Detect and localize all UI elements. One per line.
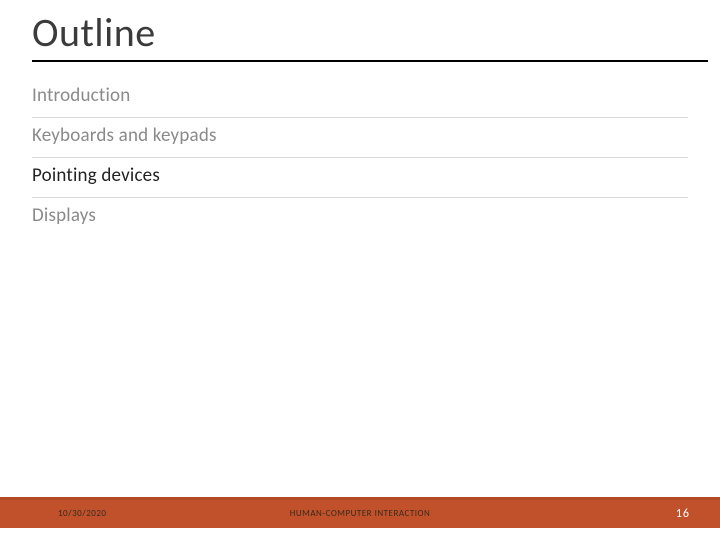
outline-item-keyboards: Keyboards and keypads: [32, 118, 688, 158]
outline-item-introduction: Introduction: [32, 78, 688, 118]
outline-item-displays: Displays: [32, 198, 688, 237]
outline-list: Introduction Keyboards and keypads Point…: [32, 78, 688, 237]
outline-item-pointing-devices: Pointing devices: [32, 158, 688, 198]
slide: Outline Introduction Keyboards and keypa…: [0, 0, 720, 540]
slide-title: Outline: [32, 8, 156, 57]
footer-title: HUMAN-COMPUTER INTERACTION: [0, 500, 720, 528]
title-underline: [32, 60, 708, 62]
footer-page-number: 16: [676, 500, 690, 528]
